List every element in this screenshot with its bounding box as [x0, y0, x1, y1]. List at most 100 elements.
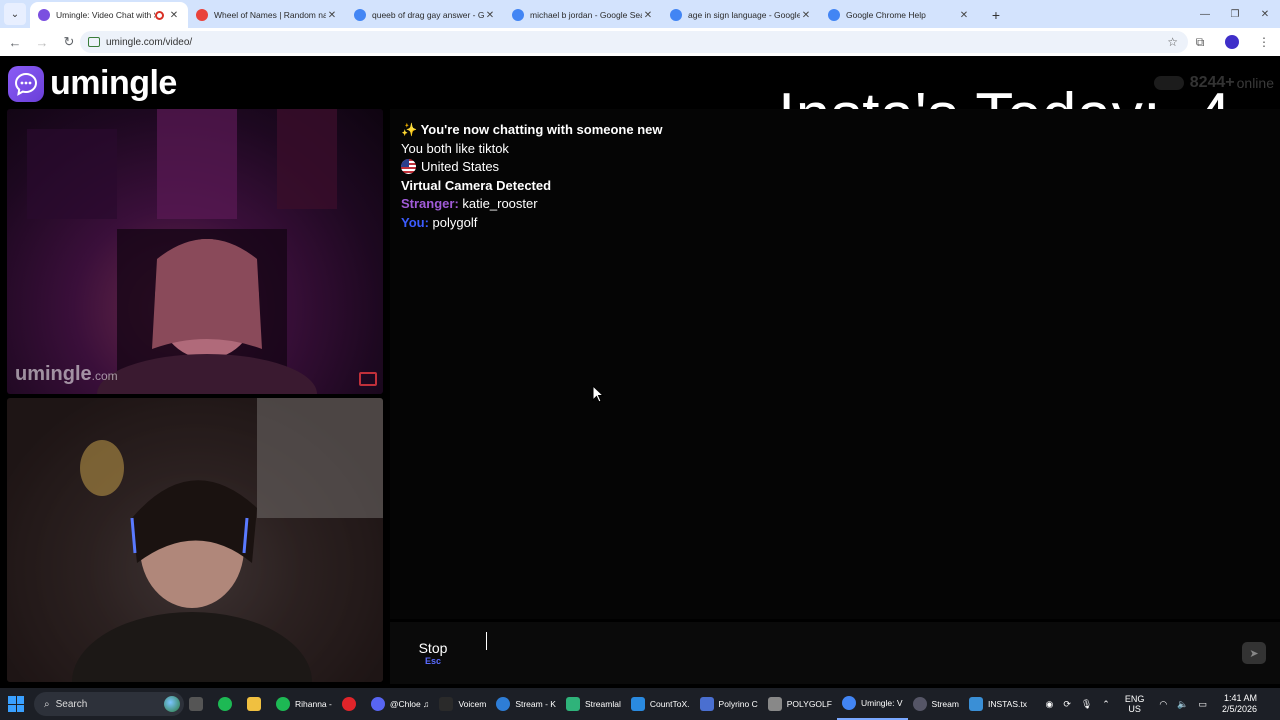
discord-icon — [370, 697, 385, 711]
wheel-favicon-icon — [196, 9, 208, 21]
start-button[interactable] — [0, 688, 32, 720]
report-flag-icon[interactable] — [359, 372, 377, 386]
menu-kebab-icon[interactable]: ⋮ — [1248, 35, 1280, 49]
taskbar-item-notepad[interactable]: INSTAS.tx — [964, 688, 1032, 720]
self-camera-feed — [7, 398, 383, 682]
google-favicon-icon — [354, 9, 366, 21]
reload-icon[interactable]: ↻ — [57, 30, 81, 54]
online-label: online — [1236, 75, 1274, 91]
stranger-label: Stranger: — [401, 196, 459, 211]
google-favicon-icon — [670, 9, 682, 21]
chat-message-you: You: polygolf — [401, 214, 663, 233]
discord-tray-icon[interactable]: ◉ — [1045, 699, 1053, 710]
message-text: katie_rooster — [462, 196, 538, 211]
umingle-favicon-icon — [38, 9, 50, 21]
language-indicator[interactable]: ENG US — [1120, 694, 1150, 714]
browser-tab-chrome-help[interactable]: Google Chrome Help ✕ — [820, 2, 978, 28]
chat-bubble-logo-icon — [8, 65, 44, 102]
system-message-new: ✨ You're now chatting with someone new — [401, 122, 663, 137]
taskbar-item-spotify[interactable]: Rihanna - — [271, 688, 337, 720]
site-info-icon[interactable] — [88, 37, 100, 47]
stop-shortcut-hint: Esc — [424, 656, 441, 666]
chat-log: ✨ You're now chatting with someone new Y… — [401, 121, 663, 232]
chevron-up-icon[interactable]: ⌃ — [1102, 699, 1110, 710]
tab-title: Umingle: Video Chat with S — [56, 10, 155, 20]
window-icon — [767, 697, 782, 711]
close-tab-icon[interactable]: ✕ — [642, 10, 654, 21]
wifi-icon[interactable]: ◠ — [1159, 699, 1167, 710]
microphone-icon[interactable]: 🎙 — [1081, 699, 1092, 710]
close-tab-icon[interactable]: ✕ — [958, 10, 970, 21]
window-controls: — ❐ ✕ — [1190, 0, 1280, 28]
file-explorer-icon[interactable] — [242, 688, 271, 720]
notepad-icon — [968, 697, 983, 711]
chat-message-stranger: Stranger: katie_rooster — [401, 195, 663, 214]
battery-icon[interactable]: ▭ — [1198, 699, 1207, 710]
google-favicon-icon — [828, 9, 840, 21]
country-message: United States — [401, 158, 663, 177]
tab-title: Wheel of Names | Random nam — [214, 10, 326, 20]
edge-icon — [496, 697, 511, 711]
address-bar[interactable]: umingle.com/video/ ☆ — [80, 31, 1188, 53]
browser-tab-umingle[interactable]: Umingle: Video Chat with S ✕ — [30, 2, 188, 28]
stop-button[interactable]: Stop Esc — [392, 626, 474, 680]
taskbar-item-vscode[interactable]: CountToX. — [626, 688, 695, 720]
minimize-icon[interactable]: — — [1190, 0, 1220, 28]
system-tray: ◉ ⟳ 🎙 ⌃ ENG US ◠ 🔈 ▭ 1:41 AM 2/5/2026 — [1040, 688, 1280, 720]
vscode-icon — [630, 697, 645, 711]
close-tab-icon[interactable]: ✕ — [484, 10, 496, 21]
taskbar-item-voicemod[interactable]: Voicem — [434, 688, 491, 720]
taskbar-item-edge[interactable]: Stream - K — [491, 688, 561, 720]
taskbar-item-opera[interactable] — [337, 688, 366, 720]
close-tab-icon[interactable]: ✕ — [800, 10, 812, 21]
tab-title: age in sign language - Google — [688, 10, 800, 20]
back-arrow-icon[interactable]: ← — [3, 30, 27, 54]
common-interest-message: You both like tiktok — [401, 140, 509, 156]
restore-icon[interactable]: ❐ — [1220, 0, 1250, 28]
tab-title: Google Chrome Help — [846, 10, 926, 20]
browser-tab-google-2[interactable]: michael b jordan - Google Sear ✕ — [504, 2, 662, 28]
chrome-icon — [841, 696, 856, 710]
site-logo[interactable]: umingle — [8, 64, 177, 103]
browser-tab-wheel-of-names[interactable]: Wheel of Names | Random nam ✕ — [188, 2, 346, 28]
windows-taskbar: ⌕ Search Rihanna - @Chloe ♫ Voicem Strea… — [0, 688, 1280, 720]
message-input[interactable] — [482, 626, 1242, 680]
taskbar-item-polygolf[interactable]: POLYGOLF — [763, 688, 837, 720]
taskbar-item-chrome[interactable]: Umingle: V — [836, 688, 908, 720]
umingle-page: umingle 8244+ online Insta's Today: 4 um… — [0, 56, 1280, 688]
taskbar-item-discord[interactable]: @Chloe ♫ — [366, 688, 435, 720]
text-caret — [486, 632, 487, 650]
volume-icon[interactable]: 🔈 — [1177, 699, 1188, 710]
chat-panel: ✨ You're now chatting with someone new Y… — [390, 109, 1280, 619]
forward-arrow-icon[interactable]: → — [30, 30, 54, 54]
taskbar-item-stream[interactable]: Stream — [908, 688, 964, 720]
close-tab-icon[interactable]: ✕ — [168, 10, 180, 21]
bookmark-star-icon[interactable]: ☆ — [1167, 35, 1178, 49]
obs-icon — [912, 697, 927, 711]
taskbar-item-streamlabs[interactable]: Streamlal — [561, 688, 626, 720]
tab-search-button[interactable]: ⌄ — [4, 3, 26, 25]
taskbar-search[interactable]: ⌕ Search — [34, 692, 184, 716]
app-icon-green[interactable] — [213, 688, 242, 720]
close-tab-icon[interactable]: ✕ — [326, 10, 338, 21]
browser-tab-google-3[interactable]: age in sign language - Google ✕ — [662, 2, 820, 28]
sync-tray-icon[interactable]: ⟳ — [1063, 699, 1071, 710]
stop-label: Stop — [418, 640, 448, 656]
extensions-icon[interactable]: ⧉ — [1184, 35, 1216, 50]
profile-avatar[interactable] — [1225, 35, 1239, 49]
taskbar-item-polyrino[interactable]: Polyrino C — [695, 688, 763, 720]
spotify-icon — [276, 697, 290, 711]
virtual-camera-notice: Virtual Camera Detected — [401, 177, 552, 193]
streamlabs-icon — [565, 697, 580, 711]
task-view-icon[interactable] — [184, 688, 213, 720]
taskbar-clock[interactable]: 1:41 AM 2/5/2026 — [1217, 693, 1262, 715]
tab-title: michael b jordan - Google Sear — [530, 10, 642, 20]
stranger-video: umingle.com — [7, 109, 383, 394]
browser-tab-google-1[interactable]: queeb of drag gay answer - Go ✕ — [346, 2, 504, 28]
windows-logo-icon — [8, 696, 24, 712]
google-favicon-icon — [512, 9, 524, 21]
send-arrow-icon[interactable]: ➤ — [1242, 642, 1266, 664]
new-tab-button[interactable]: + — [986, 4, 1006, 26]
browser-tab-strip: ⌄ Umingle: Video Chat with S ✕ Wheel of … — [0, 0, 1280, 28]
window-close-icon[interactable]: ✕ — [1250, 0, 1280, 28]
